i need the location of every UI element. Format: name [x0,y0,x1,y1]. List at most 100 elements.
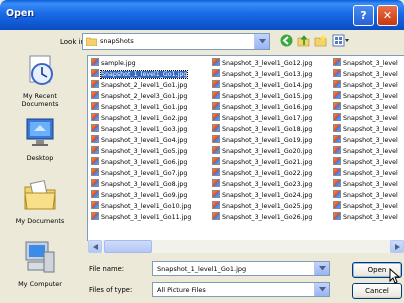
file-type-dropdown[interactable]: All Picture Files [152,282,330,297]
place-label: My Recent [23,92,57,100]
image-file-icon [91,80,99,88]
file-item[interactable]: Snapshot_3_level1_Go1.jpg [91,102,191,113]
place-desktop[interactable]: Desktop [0,116,80,162]
file-name: Snapshot_3_level1_Go21.jpg [222,159,313,166]
file-item[interactable]: Snapshot_3_level1_Go17.jpg [212,113,312,124]
back-icon[interactable] [280,34,293,49]
file-item[interactable]: Snapshot_2_level1_Go1.jpg [91,80,191,91]
file-item[interactable]: Snapshot_3_level1_Go20.jpg [212,146,312,157]
file-item[interactable]: Snapshot_3_level1_Go25.jpg [212,201,312,212]
image-file-icon [333,212,341,220]
image-file-icon [333,157,341,165]
chevron-down-icon[interactable] [254,34,269,49]
file-item[interactable]: Snapshot_3_level1_Go21.jpg [212,157,312,168]
image-file-icon [91,168,99,176]
look-in-value: snapShots [100,37,134,45]
place-my-recent-documents[interactable]: My Recent Documents [0,54,80,108]
title-bar[interactable]: Open ? ✕ [0,0,404,30]
file-item[interactable]: Snapshot_3_level1_Go14.jpg [212,80,312,91]
file-item[interactable]: Snapshot_3_level [333,80,398,91]
file-name: Snapshot_3_level [343,115,398,122]
file-item[interactable]: Snapshot_3_level [333,58,398,69]
file-item[interactable]: Snapshot_3_level [333,179,398,190]
file-item[interactable]: Snapshot_3_level1_Go8.jpg [91,179,191,190]
file-item[interactable]: Snapshot_3_level1_Go22.jpg [212,168,312,179]
desktop-icon [26,118,54,146]
image-file-icon [91,124,99,132]
file-item[interactable]: Snapshot_3_level1_Go3.jpg [91,124,191,135]
file-item[interactable]: Snapshot_3_level1_Go15.jpg [212,91,312,102]
file-item[interactable]: Snapshot_3_level1_Go19.jpg [212,135,312,146]
file-item[interactable]: Snapshot_3_level1_Go6.jpg [91,157,191,168]
file-item[interactable]: Snapshot_3_level1_Go16.jpg [212,102,312,113]
file-item[interactable]: Snapshot_3_level1_Go24.jpg [212,190,312,201]
image-file-icon [333,58,341,66]
file-name: Snapshot_3_level1_Go15.jpg [222,93,313,100]
chevron-down-icon[interactable] [314,283,329,296]
file-item[interactable]: Snapshot_3_level1_Go4.jpg [91,135,191,146]
views-icon[interactable] [332,34,350,49]
file-item[interactable]: Snapshot_3_level [333,146,398,157]
file-item[interactable]: Snapshot_3_level1_Go23.jpg [212,179,312,190]
image-file-icon [212,124,220,132]
file-name-field[interactable]: Snapshot_1_level1_Go1.jpg [152,261,330,276]
file-item[interactable]: Snapshot_3_level [333,113,398,124]
file-item[interactable]: Snapshot_3_level [333,102,398,113]
place-my-computer[interactable]: My Computer [0,240,80,288]
image-file-icon [91,91,99,99]
look-in-dropdown[interactable]: snapShots [82,33,270,50]
file-name: Snapshot_3_level1_Go20.jpg [222,148,313,155]
place-label: Desktop [26,154,54,162]
scroll-thumb[interactable] [104,240,152,253]
file-item[interactable]: Snapshot_3_level1_Go7.jpg [91,168,191,179]
help-button[interactable]: ? [353,5,374,26]
file-item[interactable]: Snapshot_3_level1_Go2.jpg [91,113,191,124]
up-folder-icon[interactable] [297,34,310,49]
file-item[interactable]: Snapshot_3_level [333,201,398,212]
close-button[interactable]: ✕ [377,5,398,26]
file-name: Snapshot_3_level1_Go4.jpg [101,137,188,144]
file-item[interactable]: Snapshot_2_level3_Go1.jpg [91,91,191,102]
file-item[interactable]: Snapshot_3_level1_Go26.jpg [212,212,312,223]
file-item[interactable]: Snapshot_3_level1_Go18.jpg [212,124,312,135]
file-item[interactable]: Snapshot_3_level [333,69,398,80]
file-item[interactable]: Snapshot_3_level1_Go13.jpg [212,69,312,80]
file-item[interactable]: Snapshot_3_level [333,91,398,102]
file-name: Snapshot_3_level [343,82,398,89]
file-item[interactable]: Snapshot_3_level1_Go10.jpg [91,201,191,212]
file-name: Snapshot_3_level1_Go14.jpg [222,82,313,89]
file-item[interactable]: Snapshot_3_level [333,135,398,146]
file-item[interactable]: Snapshot_3_level1_Go11.jpg [91,212,191,223]
my-computer-icon [25,241,55,273]
window-title: Open [6,8,35,19]
file-item[interactable]: Snapshot_3_level1_Go12.jpg [212,58,312,69]
place-my-documents[interactable]: My Documents [0,177,80,225]
folder-icon [86,37,97,46]
image-file-icon [333,135,341,143]
file-type-label: Files of type: [89,286,133,294]
file-list[interactable]: sample.jpg Snapshot_1_level1_Go1.jpg Snaps… [87,55,404,241]
file-name: Snapshot_3_level [343,60,398,67]
file-item[interactable]: Snapshot_3_level1_Go5.jpg [91,146,191,157]
scroll-left-button[interactable] [88,240,102,253]
chevron-down-icon[interactable] [314,262,329,275]
file-name: Snapshot_3_level1_Go17.jpg [222,115,313,122]
file-item[interactable]: Snapshot_3_level [333,190,398,201]
file-item[interactable]: Snapshot_3_level [333,168,398,179]
file-type-value: All Picture Files [157,286,206,294]
scroll-right-button[interactable] [390,240,404,253]
file-item[interactable]: Snapshot_3_level [333,157,398,168]
file-item[interactable]: Snapshot_3_level [333,212,398,223]
image-file-icon [91,179,99,187]
cancel-button[interactable]: Cancel [352,283,402,299]
file-name: Snapshot_3_level1_Go24.jpg [222,192,313,199]
new-folder-icon[interactable] [314,34,327,49]
image-file-icon [333,69,341,77]
file-item[interactable]: Snapshot_3_level [333,124,398,135]
file-name: Snapshot_3_level1_Go3.jpg [101,126,188,133]
file-item[interactable]: sample.jpg [91,58,191,69]
horizontal-scrollbar[interactable] [88,240,404,253]
file-name: Snapshot_3_level1_Go25.jpg [222,203,313,210]
file-item[interactable]: Snapshot_1_level1_Go1.jpg [91,69,191,80]
file-item[interactable]: Snapshot_3_level1_Go9.jpg [91,190,191,201]
